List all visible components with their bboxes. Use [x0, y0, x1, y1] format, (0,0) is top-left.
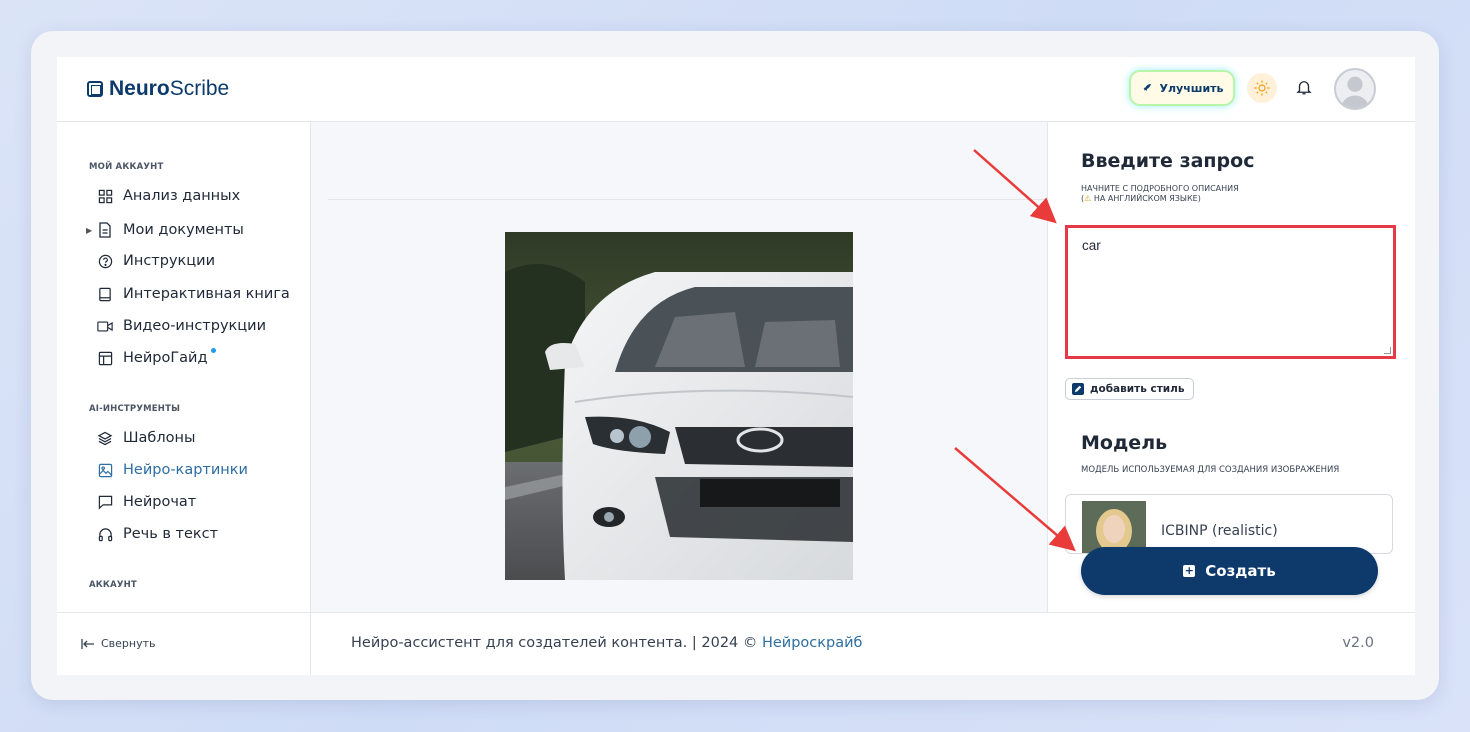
- sidebar-item-label: Видео-инструкции: [123, 318, 267, 334]
- prompt-title: Введите запрос: [1081, 150, 1255, 172]
- top-header: NeuroScribe Улучшить: [57, 57, 1415, 122]
- divider: [328, 199, 1048, 200]
- sidebar-item-label: Анализ данных: [123, 188, 241, 204]
- footer-brand-link[interactable]: Нейроскрайб: [762, 635, 863, 651]
- sidebar-item-label: Речь в текст: [123, 526, 219, 542]
- video-icon: [97, 318, 113, 334]
- prompt-hint-line2: НА АНГЛИЙСКОМ ЯЗЫКЕ): [1091, 194, 1201, 203]
- logo-icon: [87, 81, 103, 97]
- sidebar-item-speech-to-text[interactable]: Речь в текст: [97, 526, 218, 542]
- notifications-button[interactable]: [1293, 75, 1315, 99]
- model-subtitle: МОДЕЛЬ ИСПОЛЬЗУЕМАЯ ДЛЯ СОЗДАНИЯ ИЗОБРАЖ…: [1081, 465, 1340, 475]
- footer-divider: [310, 613, 311, 675]
- bell-icon: [1296, 81, 1312, 95]
- chat-icon: [97, 494, 113, 510]
- expand-caret-icon[interactable]: ▶: [86, 226, 92, 235]
- model-name: ICBINP (realistic): [1161, 523, 1278, 539]
- generated-image[interactable]: [505, 232, 853, 580]
- add-style-label: добавить стиль: [1090, 383, 1185, 395]
- add-style-button[interactable]: добавить стиль: [1065, 378, 1194, 400]
- car-image: [505, 232, 853, 580]
- logo-bold-text: Neuro: [109, 77, 170, 100]
- user-avatar-icon: [1340, 76, 1370, 108]
- prompt-textarea[interactable]: car: [1065, 225, 1396, 359]
- sidebar-item-label: Интерактивная книга: [123, 286, 290, 302]
- section-title-my-account: МОЙ АККАУНТ: [89, 162, 164, 172]
- logo[interactable]: NeuroScribe: [87, 77, 229, 101]
- create-button[interactable]: + Создать: [1081, 547, 1378, 595]
- prompt-subtitle: НАЧНИТЕ С ПОДРОБНОГО ОПИСАНИЯ (⚠ НА АНГЛ…: [1081, 184, 1239, 204]
- prompt-value: car: [1082, 238, 1101, 253]
- sidebar-item-label: НейроГайд: [123, 350, 208, 366]
- upgrade-button[interactable]: Улучшить: [1131, 72, 1233, 104]
- grid-icon: [97, 188, 113, 204]
- footer-copyright-text: Нейро-ассистент для создателей контента.…: [351, 635, 762, 651]
- sidebar-item-label: Нейрочат: [123, 494, 197, 510]
- sidebar-item-neuroguide[interactable]: НейроГайд: [97, 348, 216, 366]
- resize-handle[interactable]: [1384, 347, 1391, 354]
- edit-icon: [1072, 383, 1084, 395]
- collapse-arrow-icon: [81, 638, 94, 649]
- rocket-icon: [1143, 84, 1151, 91]
- sidebar-item-label: Нейро-картинки: [123, 462, 248, 478]
- upgrade-label: Улучшить: [1159, 81, 1224, 95]
- logo-rest-text: Scribe: [169, 77, 230, 100]
- main-content: [311, 122, 1048, 612]
- sidebar: МОЙ АККАУНТ Анализ данных ▶ Мои документ…: [57, 122, 311, 612]
- sidebar-item-neurochat[interactable]: Нейрочат: [97, 494, 196, 510]
- collapse-label: Свернуть: [101, 637, 156, 650]
- section-title-ai-tools: AI-ИНСТРУМЕНТЫ: [89, 404, 181, 414]
- sidebar-item-templates[interactable]: Шаблоны: [97, 430, 195, 446]
- book-icon: [97, 286, 113, 302]
- app-window: NeuroScribe Улучшить МОЙ АККАУНТ Анализ …: [57, 57, 1415, 675]
- model-title: Модель: [1081, 432, 1168, 454]
- sun-icon: [1254, 80, 1270, 96]
- section-title-account: АККАУНТ: [89, 580, 137, 590]
- layers-icon: [97, 430, 113, 446]
- sidebar-item-instructions[interactable]: Инструкции: [97, 253, 215, 269]
- model-option[interactable]: ICBINP (realistic): [1065, 494, 1393, 554]
- sidebar-item-video-instructions[interactable]: Видео-инструкции: [97, 318, 266, 334]
- footer-copyright: Нейро-ассистент для создателей контента.…: [351, 635, 863, 651]
- app-version: v2.0: [1342, 635, 1374, 651]
- sidebar-item-neuro-images[interactable]: Нейро-картинки: [97, 462, 248, 478]
- prompt-hint-line1: НАЧНИТЕ С ПОДРОБНОГО ОПИСАНИЯ: [1081, 184, 1239, 193]
- create-label: Создать: [1205, 562, 1276, 580]
- layout-icon: [97, 350, 113, 366]
- help-circle-icon: [97, 253, 113, 269]
- sidebar-item-label: Инструкции: [123, 253, 216, 269]
- sidebar-item-label: Шаблоны: [123, 430, 196, 446]
- sidebar-item-interactive-book[interactable]: Интерактивная книга: [97, 286, 290, 302]
- theme-toggle-button[interactable]: [1247, 73, 1277, 103]
- image-icon: [97, 462, 113, 478]
- avatar[interactable]: [1334, 68, 1376, 110]
- new-indicator-dot: [210, 348, 216, 353]
- sidebar-item-label: Мои документы: [123, 222, 244, 238]
- plus-icon: +: [1183, 564, 1196, 577]
- sidebar-item-my-documents[interactable]: Мои документы: [97, 222, 244, 238]
- sidebar-item-data-analysis[interactable]: Анализ данных: [97, 188, 240, 204]
- settings-panel: Введите запрос НАЧНИТЕ С ПОДРОБНОГО ОПИС…: [1047, 122, 1415, 612]
- footer: Свернуть Нейро-ассистент для создателей …: [57, 612, 1415, 675]
- document-icon: [97, 222, 113, 238]
- headphones-icon: [97, 526, 113, 542]
- collapse-sidebar-button[interactable]: Свернуть: [81, 637, 156, 650]
